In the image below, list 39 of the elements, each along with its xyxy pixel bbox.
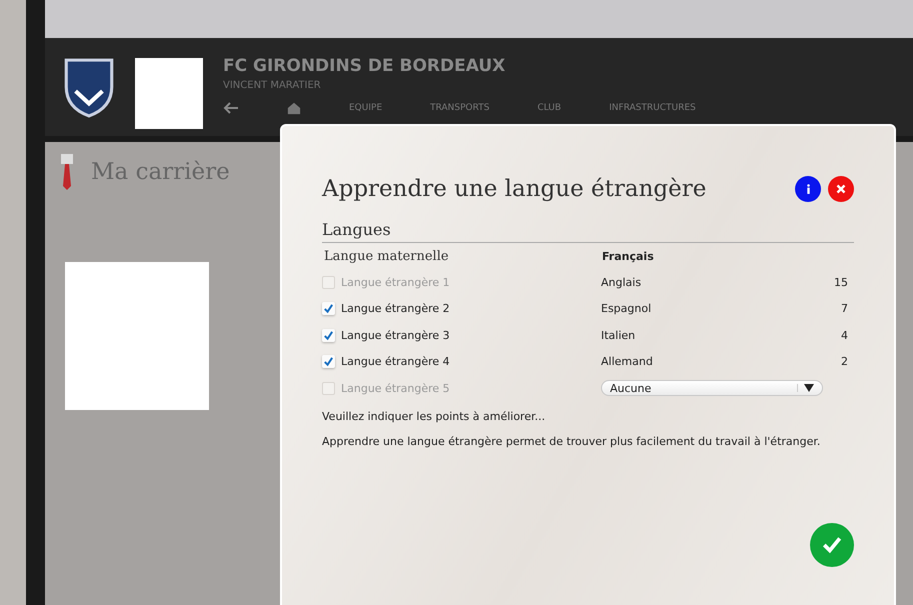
- points-value: 2: [840, 355, 849, 368]
- close-icon: [836, 184, 846, 194]
- language-value: Français: [602, 250, 654, 262]
- manager-name: VINCENT MARATIER: [223, 80, 322, 91]
- language-value: Allemand: [601, 355, 654, 368]
- description-text: Apprendre une langue étrangère permet de trouver plus facilement du travail à l'étranger.: [322, 434, 822, 448]
- nav-tab[interactable]: CLUB: [537, 103, 562, 113]
- language-label: Langue étrangère 3: [341, 328, 450, 342]
- nav-tab[interactable]: INFRASTRUCTURES: [609, 103, 696, 113]
- confirm-button[interactable]: [810, 522, 854, 566]
- blank-panel: [135, 58, 203, 129]
- club-name: FC GIRONDINS DE BORDEAUX: [223, 56, 506, 76]
- back-icon[interactable]: [223, 102, 239, 114]
- dialog-title: Apprendre une langue étrangère: [322, 176, 706, 202]
- checkbox[interactable]: [322, 355, 335, 368]
- points-value: 7: [840, 302, 849, 316]
- page-title: Ma carrière: [91, 159, 230, 185]
- close-button[interactable]: [828, 176, 854, 202]
- language-label: Langue étrangère 5: [341, 382, 450, 395]
- section-heading: Langues: [322, 220, 854, 243]
- checkbox[interactable]: [322, 328, 335, 342]
- points-value: 4: [840, 328, 849, 342]
- info-icon: [804, 183, 812, 195]
- language-value: Italien: [601, 328, 636, 342]
- hint-text: Veuillez indiquer les points à améliorer...: [322, 410, 546, 422]
- nav-tab[interactable]: TRANSPORTS: [430, 103, 490, 113]
- language-label: Langue étrangère 2: [341, 302, 450, 316]
- field-label: Langue maternelle: [323, 248, 450, 264]
- caret-icon: [797, 384, 814, 392]
- home-icon[interactable]: [287, 101, 301, 115]
- language-value: Espagnol: [601, 302, 652, 316]
- nav-tab[interactable]: EQUIPE: [349, 103, 382, 113]
- language-label: Langue étrangère 4: [341, 355, 450, 368]
- language-value: Anglais: [601, 276, 642, 289]
- info-button[interactable]: [795, 176, 821, 202]
- points-value: 15: [833, 276, 849, 289]
- checkbox[interactable]: [322, 302, 335, 316]
- shield-icon: [63, 56, 115, 118]
- language-label: Langue étrangère 1: [341, 276, 450, 289]
